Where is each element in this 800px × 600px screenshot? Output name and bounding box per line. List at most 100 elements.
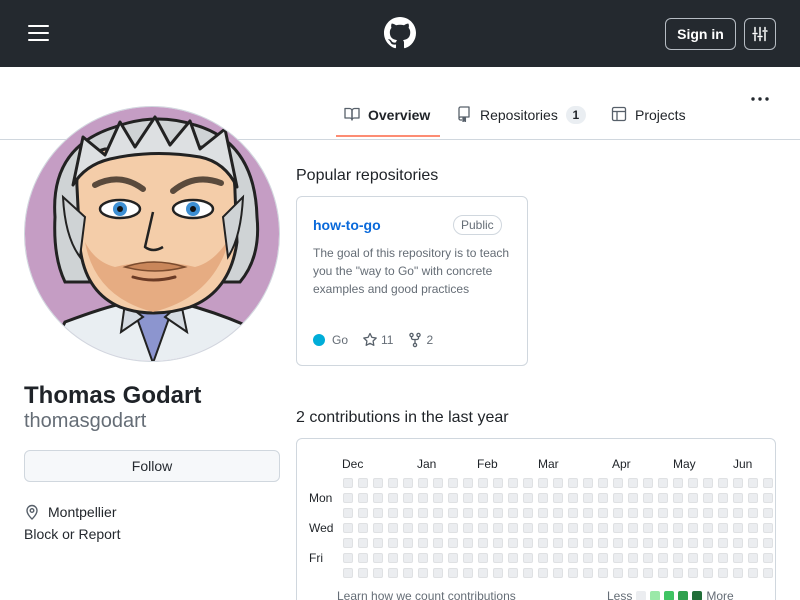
contribution-cell[interactable] [478, 553, 488, 563]
contribution-cell[interactable] [523, 553, 533, 563]
contribution-cell[interactable] [613, 523, 623, 533]
contribution-cell[interactable] [373, 568, 383, 578]
contribution-cell[interactable] [688, 523, 698, 533]
contribution-cell[interactable] [703, 508, 713, 518]
kebab-horizontal-icon[interactable] [748, 91, 772, 107]
contribution-cell[interactable] [403, 493, 413, 503]
contribution-cell[interactable] [763, 508, 773, 518]
hamburger-icon[interactable] [26, 22, 50, 44]
contribution-cell[interactable] [658, 508, 668, 518]
contribution-cell[interactable] [493, 478, 503, 488]
contribution-cell[interactable] [733, 538, 743, 548]
contribution-cell[interactable] [688, 508, 698, 518]
contribution-cell[interactable] [568, 538, 578, 548]
repo-stars-link[interactable]: 11 [362, 332, 393, 348]
contribution-cell[interactable] [583, 493, 593, 503]
contribution-cell[interactable] [598, 523, 608, 533]
contribution-cell[interactable] [748, 523, 758, 533]
contribution-cell[interactable] [433, 478, 443, 488]
contribution-cell[interactable] [553, 568, 563, 578]
contribution-cell[interactable] [463, 493, 473, 503]
contribution-cell[interactable] [523, 478, 533, 488]
contribution-cell[interactable] [553, 493, 563, 503]
contribution-cell[interactable] [388, 478, 398, 488]
block-or-report-link[interactable]: Block or Report [24, 526, 120, 542]
contribution-cell[interactable] [673, 568, 683, 578]
contribution-cell[interactable] [658, 493, 668, 503]
contribution-cell[interactable] [733, 493, 743, 503]
contribution-cell[interactable] [583, 508, 593, 518]
contribution-cell[interactable] [658, 553, 668, 563]
contribution-cell[interactable] [388, 493, 398, 503]
contribution-cell[interactable] [478, 493, 488, 503]
contribution-cell[interactable] [418, 568, 428, 578]
contribution-cell[interactable] [763, 523, 773, 533]
contribution-cell[interactable] [343, 538, 353, 548]
contribution-cell[interactable] [613, 493, 623, 503]
contribution-cell[interactable] [703, 478, 713, 488]
contribution-cell[interactable] [478, 478, 488, 488]
contribution-cell[interactable] [658, 478, 668, 488]
contribution-cell[interactable] [628, 553, 638, 563]
contribution-cell[interactable] [463, 553, 473, 563]
contribution-cell[interactable] [343, 493, 353, 503]
contribution-cell[interactable] [583, 553, 593, 563]
contribution-cell[interactable] [433, 553, 443, 563]
contribution-cell[interactable] [523, 523, 533, 533]
contribution-cell[interactable] [628, 523, 638, 533]
contribution-cell[interactable] [673, 493, 683, 503]
contribution-cell[interactable] [448, 553, 458, 563]
contribution-cell[interactable] [598, 493, 608, 503]
contribution-cell[interactable] [553, 523, 563, 533]
contribution-cell[interactable] [343, 523, 353, 533]
contribution-cell[interactable] [598, 538, 608, 548]
contribution-cell[interactable] [598, 478, 608, 488]
contribution-cell[interactable] [688, 553, 698, 563]
github-mark-icon[interactable] [384, 17, 416, 49]
contribution-cell[interactable] [493, 493, 503, 503]
contribution-cell[interactable] [418, 553, 428, 563]
contribution-cell[interactable] [568, 508, 578, 518]
contribution-cell[interactable] [448, 538, 458, 548]
contribution-cell[interactable] [358, 523, 368, 533]
contribution-cell[interactable] [523, 538, 533, 548]
follow-button[interactable]: Follow [24, 450, 280, 482]
contribution-cell[interactable] [343, 553, 353, 563]
contribution-cell[interactable] [628, 478, 638, 488]
contribution-cell[interactable] [403, 523, 413, 533]
contribution-cell[interactable] [448, 523, 458, 533]
contribution-cell[interactable] [508, 538, 518, 548]
contribution-cell[interactable] [523, 493, 533, 503]
contribution-cell[interactable] [718, 553, 728, 563]
contribution-cell[interactable] [748, 538, 758, 548]
contribution-cell[interactable] [628, 493, 638, 503]
contribution-cell[interactable] [433, 523, 443, 533]
contribution-cell[interactable] [373, 553, 383, 563]
contribution-cell[interactable] [373, 538, 383, 548]
contribution-cell[interactable] [343, 508, 353, 518]
contribution-cell[interactable] [463, 508, 473, 518]
settings-button[interactable] [744, 18, 776, 50]
contribution-cell[interactable] [538, 508, 548, 518]
contribution-cell[interactable] [718, 568, 728, 578]
contribution-cell[interactable] [448, 493, 458, 503]
contribution-cell[interactable] [553, 538, 563, 548]
contribution-cell[interactable] [343, 478, 353, 488]
contribution-cell[interactable] [658, 538, 668, 548]
contribution-cell[interactable] [568, 553, 578, 563]
contribution-cell[interactable] [643, 523, 653, 533]
contribution-cell[interactable] [718, 478, 728, 488]
contribution-cell[interactable] [598, 553, 608, 563]
contribution-cell[interactable] [613, 553, 623, 563]
contribution-cell[interactable] [628, 538, 638, 548]
contribution-cell[interactable] [643, 553, 653, 563]
contribution-cell[interactable] [523, 568, 533, 578]
contribution-cell[interactable] [508, 553, 518, 563]
contribution-cell[interactable] [358, 478, 368, 488]
contribution-cell[interactable] [433, 568, 443, 578]
contribution-cell[interactable] [748, 568, 758, 578]
contribution-cell[interactable] [418, 493, 428, 503]
contribution-cell[interactable] [718, 523, 728, 533]
contribution-cell[interactable] [403, 553, 413, 563]
contribution-cell[interactable] [688, 538, 698, 548]
